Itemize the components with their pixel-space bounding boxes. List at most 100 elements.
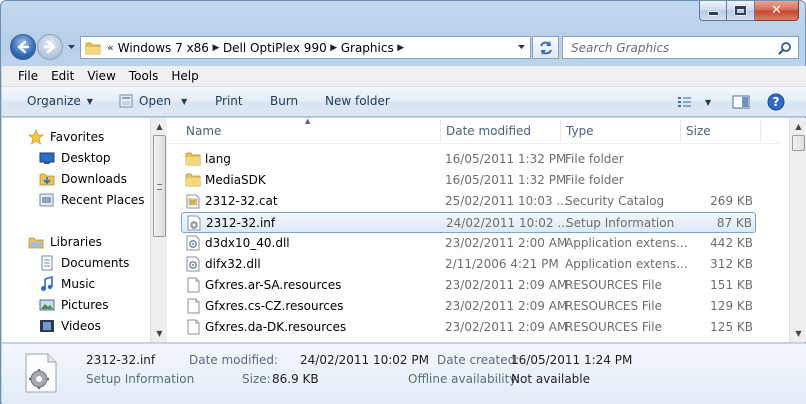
organize-button[interactable]: Organize ▼ xyxy=(27,94,93,108)
burn-button[interactable]: Burn xyxy=(270,94,298,108)
file-type: File folder xyxy=(565,173,624,187)
preview-pane-button[interactable] xyxy=(732,92,750,112)
refresh-button[interactable] xyxy=(532,36,559,59)
chevron-down-icon: ▼ xyxy=(86,96,93,106)
file-row[interactable]: 2312-32.cat 25/02/2011 10:03 ... Security … xyxy=(181,191,756,212)
help-button[interactable]: ? xyxy=(767,92,785,112)
file-row[interactable]: Gfxres.ar-SA.resources 23/02/2011 2:09 AM… xyxy=(181,275,756,296)
address-dropdown-button[interactable] xyxy=(512,37,530,58)
file-name: difx32.dll xyxy=(205,257,261,271)
svg-text:?: ? xyxy=(773,95,780,109)
overflow-chevron-icon[interactable]: « xyxy=(107,41,114,54)
libraries-group[interactable]: Libraries xyxy=(28,234,102,250)
libraries-label: Libraries xyxy=(50,235,102,249)
file-row[interactable]: MediaSDK 16/05/2011 1:32 PM File folder xyxy=(181,170,756,191)
menu-help[interactable]: Help xyxy=(171,69,198,83)
address-bar[interactable]: « Windows 7 x86 ▶ Dell OptiPlex 990 ▶ Gr… xyxy=(80,36,531,59)
file-name: 2312-32.inf xyxy=(206,216,276,230)
file-row[interactable]: difx32.dll 2/11/2006 4:21 PM Application e… xyxy=(181,254,756,275)
forward-button[interactable] xyxy=(37,34,63,60)
navigation-pane-scrollbar[interactable]: ▲ ▼ xyxy=(150,118,167,342)
file-type: Application extens... xyxy=(565,236,688,250)
breadcrumb-separator-icon[interactable]: ▶ xyxy=(327,43,341,53)
file-date-modified: 16/05/2011 1:32 PM xyxy=(445,152,567,166)
nav-item-downloads[interactable]: Downloads xyxy=(39,171,127,187)
open-button[interactable]: Open ▼ xyxy=(118,92,187,110)
new-folder-button[interactable]: New folder xyxy=(325,94,390,108)
search-box[interactable] xyxy=(562,36,799,59)
breadcrumb: Windows 7 x86 ▶ Dell OptiPlex 990 ▶ Grap… xyxy=(118,41,408,55)
file-type: Security Catalog xyxy=(565,194,665,208)
nav-item-label: Desktop xyxy=(61,151,111,165)
caption-buttons: ✕ xyxy=(699,1,799,21)
search-input[interactable] xyxy=(571,40,771,55)
file-type: RESOURCES File xyxy=(565,278,662,292)
chevron-down-icon: ▼ xyxy=(181,96,188,106)
column-name[interactable]: Name xyxy=(186,124,221,138)
scroll-down-arrow-icon[interactable]: ▼ xyxy=(151,325,168,342)
nav-item-music[interactable]: Music xyxy=(39,276,95,292)
print-button[interactable]: Print xyxy=(215,94,243,108)
column-divider[interactable] xyxy=(440,120,441,142)
file-row[interactable]: 2312-32.inf 24/02/2011 10:02 ... Setup Inf… xyxy=(181,212,756,233)
breadcrumb-separator-icon[interactable]: ▶ xyxy=(394,43,408,53)
file-type: Setup Information xyxy=(566,216,675,230)
scroll-up-arrow-icon[interactable]: ▲ xyxy=(790,118,806,135)
nav-item-label: Videos xyxy=(61,319,101,333)
column-size[interactable]: Size xyxy=(686,124,711,138)
scroll-thumb[interactable] xyxy=(153,135,166,237)
close-button[interactable]: ✕ xyxy=(755,1,799,21)
file-row[interactable]: Gfxres.da-DK.resources 23/02/2011 2:09 AM… xyxy=(181,317,756,338)
breadcrumb-separator-icon[interactable]: ▶ xyxy=(209,43,223,53)
column-type[interactable]: Type xyxy=(566,124,594,138)
search-icon[interactable] xyxy=(778,41,792,55)
details-date-modified-label: Date modified: xyxy=(189,353,279,367)
nav-item-videos[interactable]: Videos xyxy=(39,318,101,334)
recent-pages-chevron-icon[interactable] xyxy=(67,43,76,52)
file-row[interactable]: Gfxres.cs-CZ.resources 23/02/2011 2:09 AM… xyxy=(181,296,756,317)
documents-icon xyxy=(41,255,53,271)
file-date-modified: 23/02/2011 2:09 AM xyxy=(445,278,568,292)
explorer-window: ✕ « Windows 7 x86 ▶ Dell OptiPlex 990 ▶ … xyxy=(0,0,806,404)
column-divider[interactable] xyxy=(760,120,761,142)
file-date-modified: 2/11/2006 4:21 PM xyxy=(445,257,559,271)
organize-label: Organize xyxy=(27,94,81,108)
scroll-down-arrow-icon[interactable]: ▼ xyxy=(790,325,806,342)
maximize-button[interactable] xyxy=(727,1,755,21)
breadcrumb-item[interactable]: Graphics xyxy=(341,41,394,55)
minimize-button[interactable] xyxy=(699,1,727,21)
file-row[interactable]: d3dx10_40.dll 23/02/2011 2:00 AM Applicati… xyxy=(181,233,756,254)
nav-item-label: Recent Places xyxy=(61,193,145,207)
file-type: Application extens... xyxy=(565,257,688,271)
back-button[interactable] xyxy=(10,34,36,60)
nav-item-pictures[interactable]: Pictures xyxy=(39,297,109,313)
column-date-modified[interactable]: Date modified xyxy=(446,124,531,138)
file-date-modified: 23/02/2011 2:09 AM xyxy=(445,299,568,313)
scroll-thumb[interactable] xyxy=(792,135,805,151)
close-icon: ✕ xyxy=(771,3,782,18)
column-divider[interactable] xyxy=(680,120,681,142)
menu-edit[interactable]: Edit xyxy=(51,69,74,83)
file-size: 129 KB xyxy=(710,299,753,313)
breadcrumb-item[interactable]: Dell OptiPlex 990 xyxy=(223,41,327,55)
menu-bar: File Edit View Tools Help xyxy=(2,66,806,87)
change-view-button[interactable]: ▼ xyxy=(677,92,711,112)
menu-view[interactable]: View xyxy=(87,69,115,83)
column-divider[interactable] xyxy=(560,120,561,142)
folder-icon xyxy=(85,42,101,54)
breadcrumb-item[interactable]: Windows 7 x86 xyxy=(118,41,209,55)
chevron-down-icon[interactable]: ▼ xyxy=(705,98,711,107)
scroll-up-arrow-icon[interactable]: ▲ xyxy=(151,118,168,135)
favorites-group[interactable]: Favorites xyxy=(28,129,104,145)
file-list-scrollbar[interactable]: ▲ ▼ xyxy=(789,118,806,342)
libraries-icon xyxy=(28,237,44,249)
new-folder-label: New folder xyxy=(325,94,390,108)
nav-item-documents[interactable]: Documents xyxy=(39,255,129,271)
nav-item-recent-places[interactable]: Recent Places xyxy=(39,192,144,208)
file-row[interactable]: lang 16/05/2011 1:32 PM File folder xyxy=(181,149,756,170)
menu-file[interactable]: File xyxy=(18,69,38,83)
nav-item-desktop[interactable]: Desktop xyxy=(39,150,111,166)
open-label: Open xyxy=(139,94,172,108)
file-name: 2312-32.cat xyxy=(205,194,278,208)
menu-tools[interactable]: Tools xyxy=(129,69,159,83)
